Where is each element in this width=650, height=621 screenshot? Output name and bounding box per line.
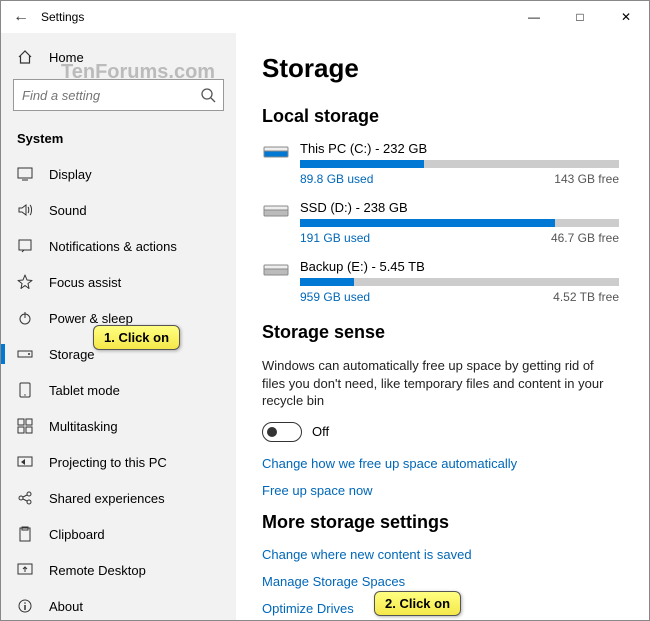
sidebar-item-label: Shared experiences bbox=[49, 491, 165, 506]
remote-icon bbox=[17, 562, 33, 578]
callout-1: 1. Click on bbox=[93, 325, 180, 350]
drive-row[interactable]: SSD (D:) - 238 GB 191 GB used 46.7 GB fr… bbox=[262, 200, 619, 245]
link-free-now[interactable]: Free up space now bbox=[262, 483, 619, 498]
drive-row[interactable]: This PC (C:) - 232 GB 89.8 GB used 143 G… bbox=[262, 141, 619, 186]
sidebar-item-focus-assist[interactable]: Focus assist bbox=[1, 264, 236, 300]
display-icon bbox=[17, 166, 33, 182]
sidebar-item-shared-experiences[interactable]: Shared experiences bbox=[1, 480, 236, 516]
content-pane: Storage Local storage This PC (C:) - 232… bbox=[236, 33, 649, 620]
callout-2: 2. Click on bbox=[374, 591, 461, 616]
more-settings-heading: More storage settings bbox=[262, 512, 619, 533]
home-link[interactable]: Home bbox=[1, 41, 236, 73]
minimize-button[interactable]: ― bbox=[511, 1, 557, 33]
storage-sense-desc: Windows can automatically free up space … bbox=[262, 357, 619, 410]
toggle-state-label: Off bbox=[312, 424, 329, 439]
local-storage-heading: Local storage bbox=[262, 106, 619, 127]
usage-bar bbox=[300, 160, 619, 168]
sidebar-item-sound[interactable]: Sound bbox=[1, 192, 236, 228]
sidebar-item-label: Sound bbox=[49, 203, 87, 218]
home-label: Home bbox=[49, 50, 84, 65]
usage-bar bbox=[300, 219, 619, 227]
window-title: Settings bbox=[41, 10, 84, 24]
back-button[interactable]: ← bbox=[9, 8, 33, 26]
shared-icon bbox=[17, 490, 33, 506]
tablet-icon bbox=[17, 382, 33, 398]
sidebar-item-notifications[interactable]: Notifications & actions bbox=[1, 228, 236, 264]
sidebar-item-label: Focus assist bbox=[49, 275, 121, 290]
sidebar-item-remote-desktop[interactable]: Remote Desktop bbox=[1, 552, 236, 588]
drive-icon bbox=[262, 200, 290, 220]
sidebar-item-multitasking[interactable]: Multitasking bbox=[1, 408, 236, 444]
sidebar-item-label: Power & sleep bbox=[49, 311, 133, 326]
link-new-content[interactable]: Change where new content is saved bbox=[262, 547, 619, 562]
sidebar-item-label: Notifications & actions bbox=[49, 239, 177, 254]
storage-icon bbox=[17, 346, 33, 362]
sidebar-item-label: Projecting to this PC bbox=[49, 455, 167, 470]
power-icon bbox=[17, 310, 33, 326]
notifications-icon bbox=[17, 238, 33, 254]
home-icon bbox=[17, 49, 33, 65]
sidebar-item-display[interactable]: Display bbox=[1, 156, 236, 192]
storage-sense-heading: Storage sense bbox=[262, 322, 619, 343]
sidebar-item-label: Clipboard bbox=[49, 527, 105, 542]
page-title: Storage bbox=[262, 53, 619, 84]
sidebar-item-label: Multitasking bbox=[49, 419, 118, 434]
sidebar-item-label: About bbox=[49, 599, 83, 614]
drive-icon bbox=[262, 141, 290, 161]
search-icon bbox=[200, 87, 216, 103]
focus-icon bbox=[17, 274, 33, 290]
about-icon bbox=[17, 598, 33, 614]
drive-title: This PC (C:) - 232 GB bbox=[300, 141, 619, 156]
maximize-button[interactable]: □ bbox=[557, 1, 603, 33]
drive-icon bbox=[262, 259, 290, 279]
close-button[interactable]: ✕ bbox=[603, 1, 649, 33]
sidebar-item-label: Storage bbox=[49, 347, 95, 362]
drive-free: 143 GB free bbox=[554, 172, 619, 186]
sidebar-item-projecting[interactable]: Projecting to this PC bbox=[1, 444, 236, 480]
drive-title: Backup (E:) - 5.45 TB bbox=[300, 259, 619, 274]
sidebar-item-about[interactable]: About bbox=[1, 588, 236, 620]
sidebar-item-tablet-mode[interactable]: Tablet mode bbox=[1, 372, 236, 408]
sidebar-item-label: Remote Desktop bbox=[49, 563, 146, 578]
drive-free: 4.52 TB free bbox=[553, 290, 619, 304]
multitasking-icon bbox=[17, 418, 33, 434]
sidebar-item-label: Display bbox=[49, 167, 92, 182]
projecting-icon bbox=[17, 454, 33, 470]
search-input[interactable] bbox=[13, 79, 224, 111]
drive-used: 89.8 GB used bbox=[300, 172, 373, 186]
drive-used: 959 GB used bbox=[300, 290, 370, 304]
clipboard-icon bbox=[17, 526, 33, 542]
section-label: System bbox=[1, 123, 236, 156]
titlebar: ← Settings ― □ ✕ bbox=[1, 1, 649, 33]
usage-bar bbox=[300, 278, 619, 286]
drive-title: SSD (D:) - 238 GB bbox=[300, 200, 619, 215]
drive-row[interactable]: Backup (E:) - 5.45 TB 959 GB used 4.52 T… bbox=[262, 259, 619, 304]
sound-icon bbox=[17, 202, 33, 218]
link-storage-spaces[interactable]: Manage Storage Spaces bbox=[262, 574, 619, 589]
drive-free: 46.7 GB free bbox=[551, 231, 619, 245]
settings-window: ← Settings ― □ ✕ Home System Display bbox=[0, 0, 650, 621]
drive-used: 191 GB used bbox=[300, 231, 370, 245]
storage-sense-toggle[interactable] bbox=[262, 422, 302, 442]
sidebar-item-label: Tablet mode bbox=[49, 383, 120, 398]
search-box[interactable] bbox=[13, 79, 224, 111]
sidebar-item-clipboard[interactable]: Clipboard bbox=[1, 516, 236, 552]
link-change-auto[interactable]: Change how we free up space automaticall… bbox=[262, 456, 619, 471]
